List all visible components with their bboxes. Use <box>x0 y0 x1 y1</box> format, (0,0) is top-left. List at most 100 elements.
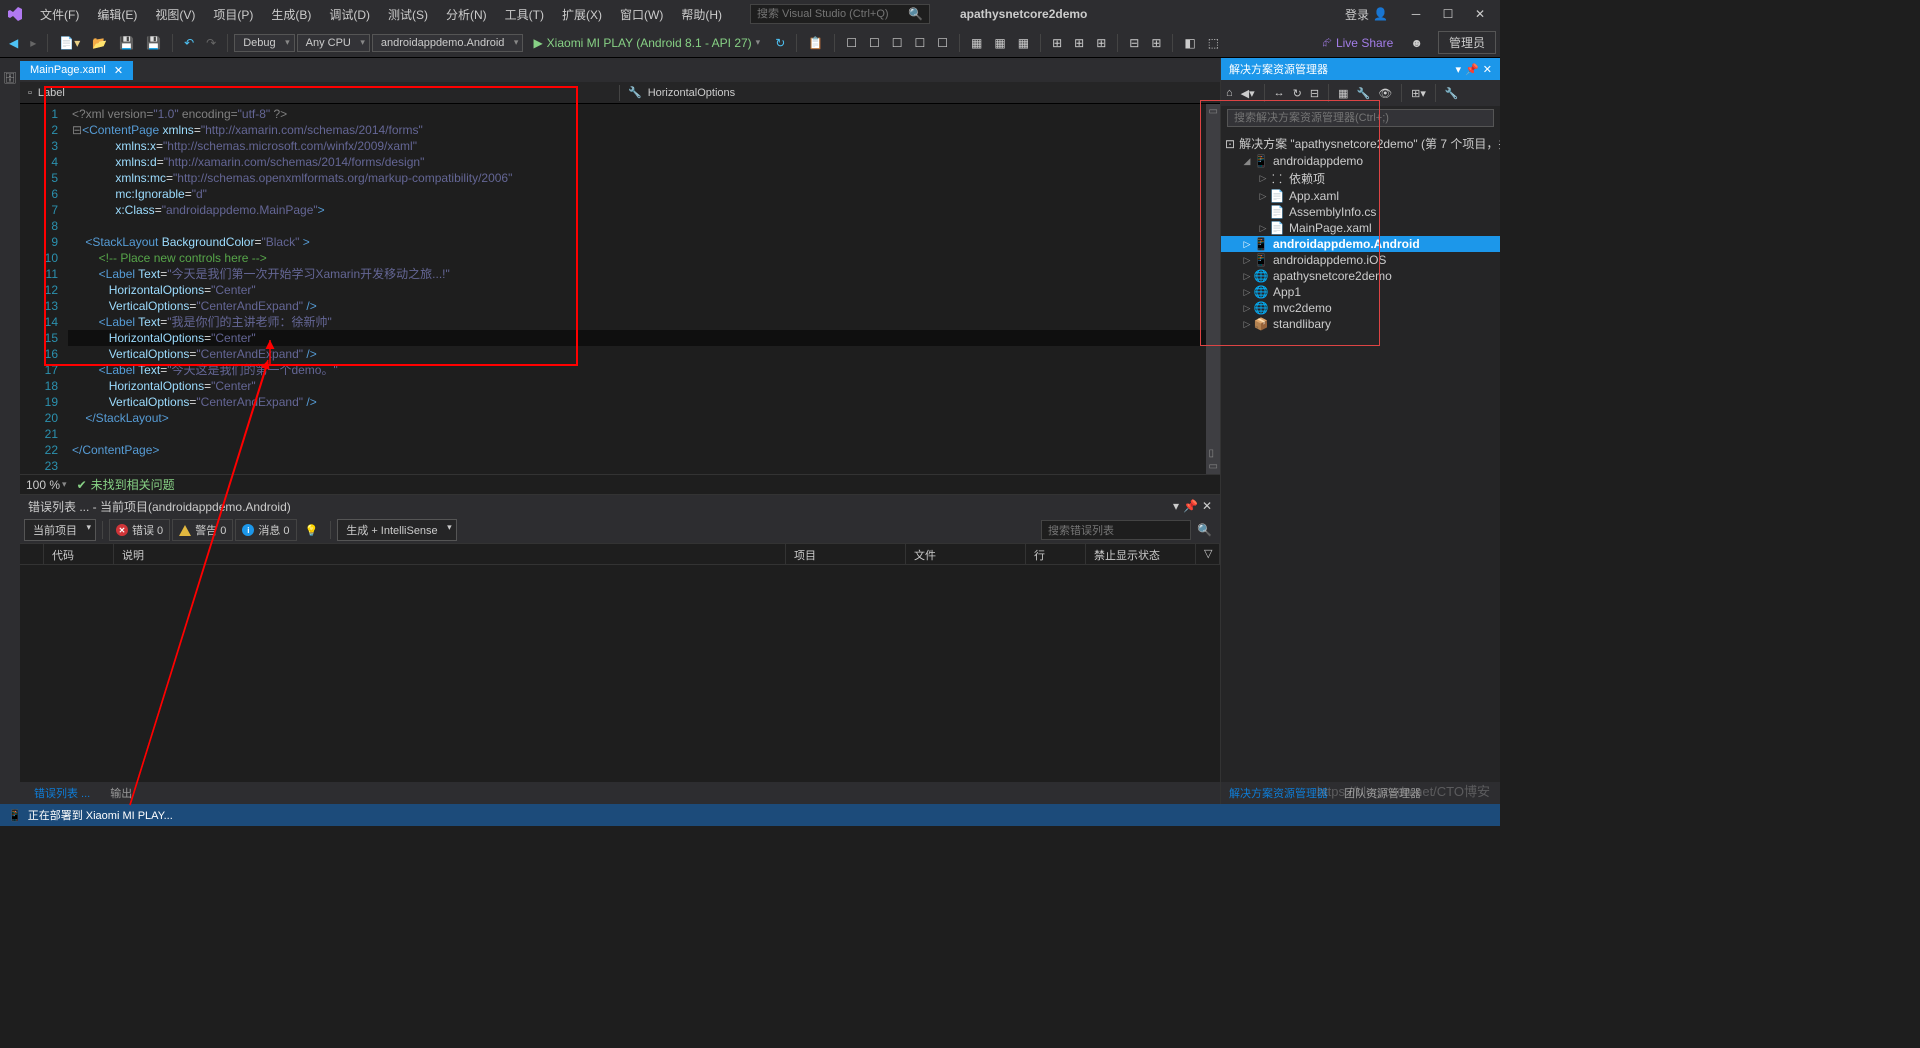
sp-refresh-icon[interactable]: ↻ <box>1290 85 1305 102</box>
zoom-level[interactable]: 100 % <box>26 478 60 492</box>
expand-icon[interactable]: ▷ <box>1241 303 1253 314</box>
navbar-member-dropdown[interactable]: 🔧HorizontalOptions <box>620 84 1220 101</box>
tree-item[interactable]: ▷⸬依赖项 <box>1221 169 1500 188</box>
code-line[interactable]: xmlns:x="http://schemas.microsoft.com/wi… <box>68 138 1220 154</box>
solution-tree[interactable]: ⊡ 解决方案 "apathysnetcore2demo" (第 7 个项目，共 … <box>1221 130 1500 782</box>
errorlist-column-header[interactable]: 行 <box>1026 544 1086 564</box>
expand-icon[interactable]: ▷ <box>1241 239 1253 250</box>
feedback-button[interactable]: ☻ <box>1405 33 1428 53</box>
filter-icon[interactable]: ▽ <box>1196 544 1220 564</box>
save-all-button[interactable]: 💾 <box>141 33 166 53</box>
panel-close-icon[interactable]: ✕ <box>1483 63 1492 76</box>
errorlist-headers[interactable]: 代码说明项目文件行禁止显示状态▽ <box>20 543 1220 565</box>
sp-nest-icon[interactable]: ⊞▾ <box>1408 85 1429 102</box>
errorlist-column-header[interactable]: 说明 <box>114 544 786 564</box>
expand-icon[interactable]: ◢ <box>1241 156 1253 167</box>
split-h-icon[interactable]: ▯ <box>1209 448 1218 459</box>
new-item-button[interactable]: 📄▾ <box>54 33 85 53</box>
build-toggle[interactable]: 💡 <box>299 522 325 539</box>
errors-toggle[interactable]: ✕错误 0 <box>109 519 170 541</box>
tb-icon-9[interactable]: ▦ <box>1013 33 1034 53</box>
solution-search-input[interactable] <box>1227 109 1494 127</box>
minimize-button[interactable]: ─ <box>1402 3 1430 25</box>
liveshare-button[interactable]: ⮳ Live Share <box>1314 33 1401 52</box>
code-line[interactable]: ⊟<ContentPage xmlns="http://xamarin.com/… <box>68 122 1220 138</box>
editor-scrollbar[interactable] <box>1206 104 1220 474</box>
menu-item[interactable]: 调试(D) <box>321 2 378 27</box>
errorlist-column-header[interactable]: 项目 <box>786 544 906 564</box>
menu-item[interactable]: 测试(S) <box>380 2 436 27</box>
sp-wrench-icon[interactable]: 🔧 <box>1442 85 1462 102</box>
sp-home-icon[interactable]: ⌂ <box>1223 85 1236 101</box>
tb-icon-11[interactable]: ⊞ <box>1069 33 1089 53</box>
code-line[interactable]: <StackLayout BackgroundColor="Black" > <box>68 234 1220 250</box>
errorlist-column-header[interactable]: 禁止显示状态 <box>1086 544 1196 564</box>
sp-back-icon[interactable]: ◀▾ <box>1238 85 1258 102</box>
errorlist-search[interactable] <box>1041 520 1191 540</box>
panel-pin-icon[interactable]: 📌 <box>1183 499 1198 513</box>
redo-button[interactable]: ↷ <box>201 33 221 53</box>
menu-item[interactable]: 视图(V) <box>147 2 203 27</box>
nav-fwd-button[interactable]: ▸ <box>25 33 41 53</box>
code-editor[interactable]: 1234567891011121314151617181920212223 <?… <box>20 104 1220 474</box>
split-icon[interactable]: ▭ <box>1209 106 1218 117</box>
expand-icon[interactable]: ▷ <box>1257 173 1269 184</box>
sp-properties-icon[interactable]: 🔧 <box>1353 85 1373 102</box>
tab-mainpage[interactable]: MainPage.xaml ✕ <box>20 61 133 80</box>
expand-icon[interactable]: ▷ <box>1241 271 1253 282</box>
tb-icon-10[interactable]: ⊞ <box>1047 33 1067 53</box>
tb-icon-12[interactable]: ⊞ <box>1091 33 1111 53</box>
open-button[interactable]: 📂 <box>87 33 112 53</box>
undo-button[interactable]: ↶ <box>179 33 199 53</box>
tree-item[interactable]: ▷📱androidappdemo.iOS <box>1221 252 1500 268</box>
left-toolbox-margin[interactable]: 🗄 <box>0 58 20 804</box>
code-line[interactable]: x:Class="androidappdemo.MainPage"> <box>68 202 1220 218</box>
login-link[interactable]: 登录 👤 <box>1345 6 1388 23</box>
code-line[interactable]: mc:Ignorable="d" <box>68 186 1220 202</box>
code-line[interactable]: <Label Text="今天这是我们的第一个demo。" <box>68 362 1220 378</box>
platform-dropdown[interactable]: Any CPU <box>297 34 370 52</box>
panel-close-icon[interactable]: ✕ <box>1202 499 1212 513</box>
errorlist-search-input[interactable] <box>1048 525 1184 537</box>
close-button[interactable]: ✕ <box>1466 3 1494 25</box>
code-line[interactable] <box>68 218 1220 234</box>
menu-item[interactable]: 扩展(X) <box>554 2 610 27</box>
toolbox-tab-icon[interactable]: 🗄 <box>2 62 19 92</box>
tb-icon-6[interactable]: ☐ <box>932 33 953 53</box>
refresh-button[interactable]: ↻ <box>770 33 790 53</box>
menu-item[interactable]: 分析(N) <box>438 2 495 27</box>
tab-close-icon[interactable]: ✕ <box>114 64 123 77</box>
sp-showall-icon[interactable]: ▦ <box>1335 85 1351 102</box>
tb-icon-14[interactable]: ⊞ <box>1146 33 1166 53</box>
sp-sync-icon[interactable]: ↔ <box>1271 85 1288 101</box>
search-vs-input[interactable] <box>757 8 908 20</box>
expand-icon[interactable]: ▷ <box>1241 255 1253 266</box>
menu-item[interactable]: 帮助(H) <box>673 2 730 27</box>
tb-icon-3[interactable]: ☐ <box>864 33 885 53</box>
tb-icon-1[interactable]: 📋 <box>803 33 828 53</box>
menu-item[interactable]: 项目(P) <box>205 2 261 27</box>
code-line[interactable]: HorizontalOptions="Center" <box>68 282 1220 298</box>
tb-icon-4[interactable]: ☐ <box>887 33 908 53</box>
code-line[interactable]: HorizontalOptions="Center" <box>68 330 1220 346</box>
warnings-toggle[interactable]: 警告 0 <box>172 519 233 541</box>
tree-item[interactable]: 📄AssemblyInfo.cs <box>1221 204 1500 220</box>
code-line[interactable]: VerticalOptions="CenterAndExpand" /> <box>68 346 1220 362</box>
code-line[interactable] <box>68 458 1220 474</box>
menu-item[interactable]: 窗口(W) <box>612 2 671 27</box>
tree-item[interactable]: ▷📱androidappdemo.Android <box>1221 236 1500 252</box>
run-button[interactable]: ▶ Xiaomi MI PLAY (Android 8.1 - API 27) … <box>525 34 768 52</box>
tb-icon-2[interactable]: ☐ <box>841 33 862 53</box>
expand-icon[interactable]: ▷ <box>1241 319 1253 330</box>
tb-icon-13[interactable]: ⊟ <box>1124 33 1144 53</box>
split-v-icon[interactable]: ▭ <box>1209 461 1218 472</box>
tb-icon-16[interactable]: ⬚ <box>1203 33 1224 53</box>
code-line[interactable]: </ContentPage> <box>68 442 1220 458</box>
tree-item[interactable]: ▷🌐mvc2demo <box>1221 300 1500 316</box>
tree-item[interactable]: ▷🌐App1 <box>1221 284 1500 300</box>
navbar-type-dropdown[interactable]: ▫Label <box>20 85 620 101</box>
tree-item[interactable]: ▷📦standlibary <box>1221 316 1500 332</box>
code-line[interactable]: VerticalOptions="CenterAndExpand" /> <box>68 298 1220 314</box>
config-dropdown[interactable]: Debug <box>234 34 294 52</box>
tb-icon-8[interactable]: ▦ <box>989 33 1010 53</box>
